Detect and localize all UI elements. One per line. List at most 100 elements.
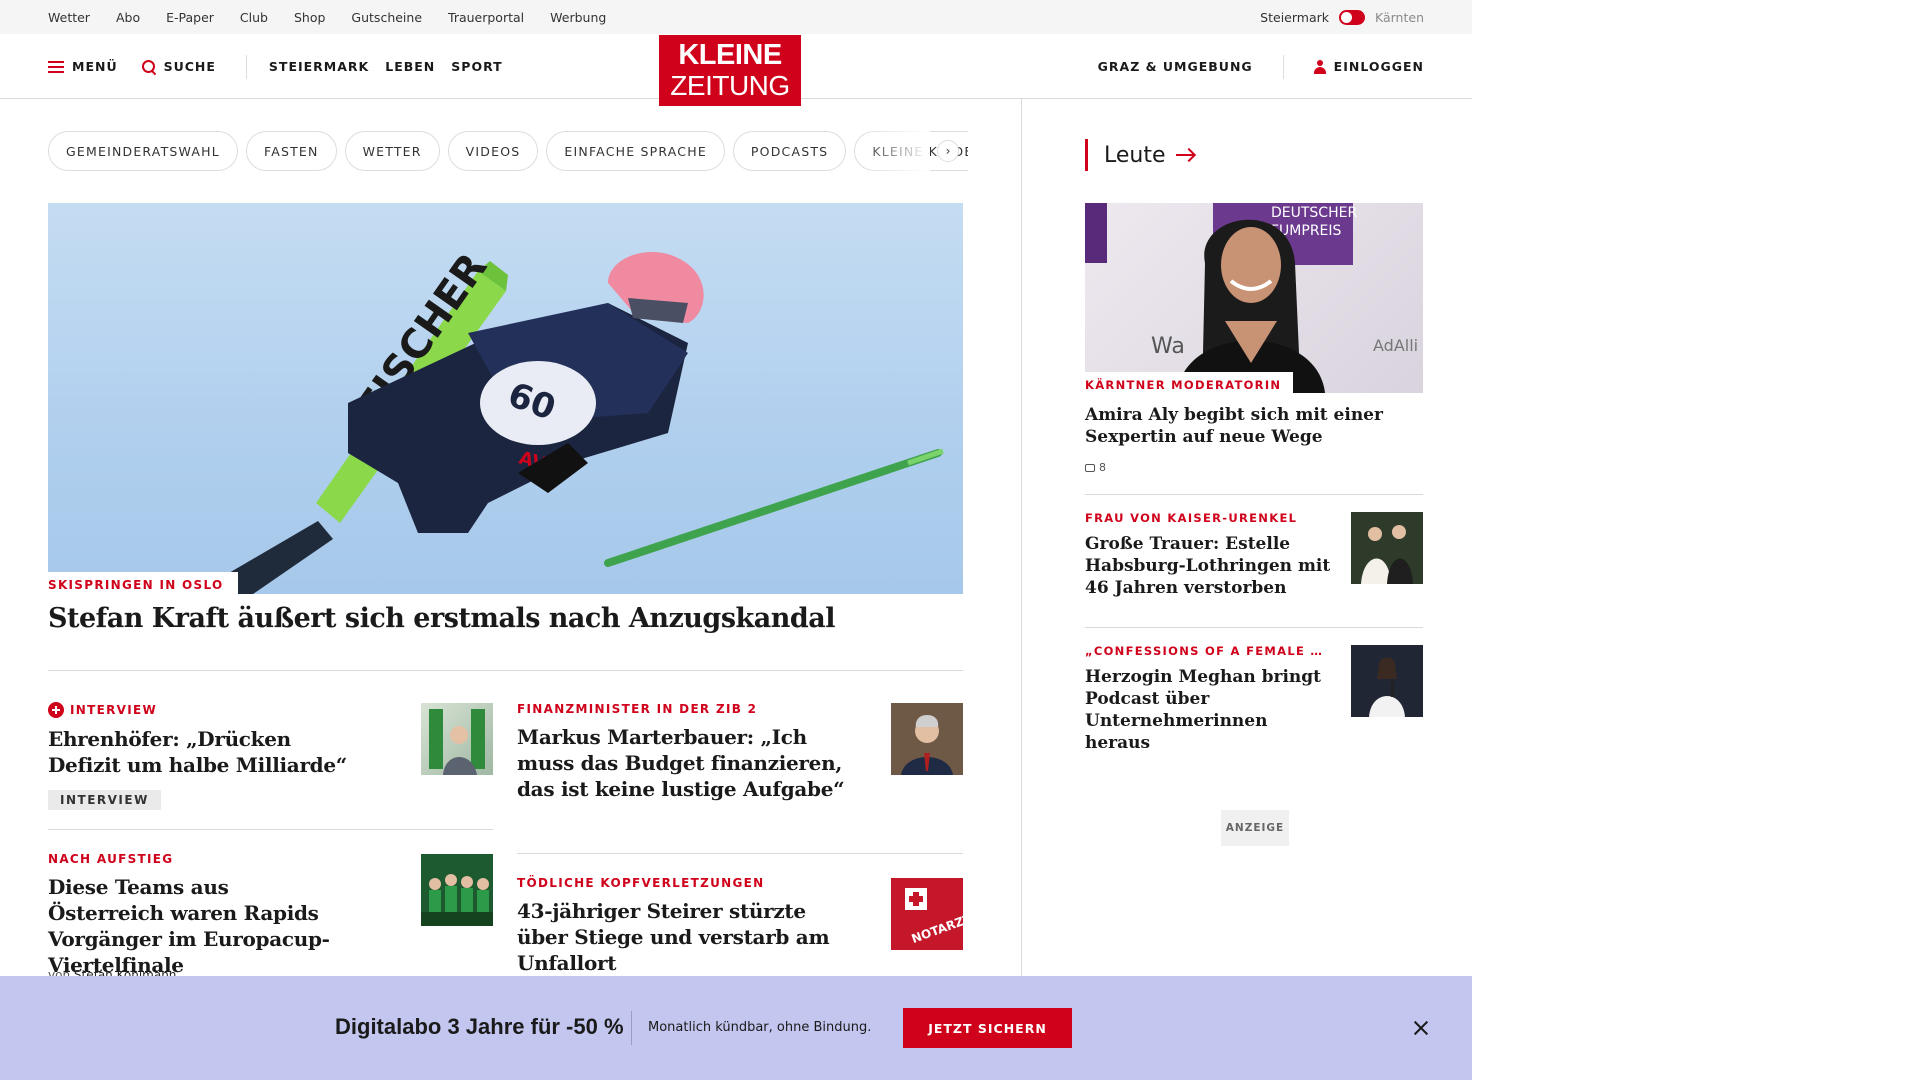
featured-kicker: KÄRNTNER MODERATORIN — [1085, 372, 1294, 394]
article-thumbnail[interactable] — [421, 854, 493, 926]
article-card[interactable]: INTERVIEW Ehrenhöfer: „Drücken Defizit u… — [48, 702, 348, 810]
sidebar-heading[interactable]: Leute — [1085, 139, 1194, 171]
article-kicker: FINANZMINISTER IN DER ZIB 2 — [517, 702, 758, 716]
utility-bar: Wetter Abo E-Paper Club Shop Gutscheine … — [0, 0, 1472, 34]
hero-kicker: SKISPRINGEN IN OSLO — [48, 572, 238, 594]
article-headline[interactable]: 43-jähriger Steirer stürzte über Stiege … — [517, 898, 857, 976]
utility-link-abo[interactable]: Abo — [116, 10, 140, 25]
sidebar-title: Leute — [1104, 142, 1166, 168]
featured-image[interactable]: DEUTSCHER FUMPREIS Wa AdAlli — [1085, 203, 1423, 393]
comment-count[interactable]: 8 — [1085, 461, 1106, 474]
section-nav: STEIERMARK LEBEN SPORT — [269, 59, 503, 74]
user-icon — [1313, 59, 1326, 74]
chip-videos[interactable]: VIDEOS — [447, 131, 539, 171]
article-headline[interactable]: Diese Teams aus Österreich waren Rapids … — [48, 874, 348, 978]
backdrop-text-4: AdAlli — [1373, 336, 1418, 355]
region-kaernten[interactable]: Kärnten — [1375, 10, 1424, 25]
ski-jumper-illustration: FISCHER 60 AVA — [193, 245, 944, 594]
chevron-right-icon: › — [945, 144, 951, 158]
site: Wetter Abo E-Paper Club Shop Gutscheine … — [0, 0, 1472, 1080]
article-kicker: TÖDLICHE KOPFVERLETZUNGEN — [517, 876, 765, 890]
login-label: EINLOGGEN — [1333, 59, 1424, 74]
comment-icon — [1085, 463, 1095, 472]
article-headline[interactable]: Herzogin Meghan bringt Podcast über Unte… — [1085, 666, 1335, 754]
search-label: SUCHE — [163, 59, 216, 74]
article-thumbnail[interactable]: NOTARZT — [891, 878, 963, 950]
utility-link-wetter[interactable]: Wetter — [48, 10, 90, 25]
article-card[interactable]: FINANZMINISTER IN DER ZIB 2 Markus Marte… — [517, 702, 847, 802]
kicker-text: INTERVIEW — [70, 703, 158, 717]
article-thumbnail[interactable] — [891, 703, 963, 775]
sidebar-thumbnail[interactable] — [1351, 512, 1423, 584]
chip-einfache-sprache[interactable]: EINFACHE SPRACHE — [546, 131, 725, 171]
article-card[interactable]: NACH AUFSTIEG Diese Teams aus Österreich… — [48, 852, 348, 978]
header-left: MENÜ SUCHE STEIERMARK LEBEN SPORT — [48, 34, 503, 99]
backdrop-text-3: Wa — [1151, 334, 1185, 359]
region-toggle[interactable] — [1339, 9, 1365, 25]
divider — [1085, 627, 1423, 628]
article-kicker: „CONFESSIONS OF A FEMALE … — [1085, 644, 1324, 658]
article-card[interactable]: TÖDLICHE KOPFVERLETZUNGEN 43-jähriger St… — [517, 876, 857, 976]
utility-link-epaper[interactable]: E-Paper — [166, 10, 214, 25]
menu-button[interactable]: MENÜ — [48, 59, 118, 74]
utility-link-werbung[interactable]: Werbung — [550, 10, 606, 25]
paramedic-photo: NOTARZT — [905, 888, 963, 946]
chip-gemeinderatswahl[interactable]: GEMEINDERATSWAHL — [48, 131, 238, 171]
interview-tag: INTERVIEW — [48, 790, 161, 810]
region-steiermark[interactable]: Steiermark — [1260, 10, 1329, 25]
divider — [48, 829, 493, 830]
topic-chips: GEMEINDERATSWAHL FASTEN WETTER VIDEOS EI… — [48, 131, 968, 171]
chip-podcasts[interactable]: PODCASTS — [732, 131, 847, 171]
article-headline[interactable]: Große Trauer: Estelle Habsburg-Lothringe… — [1085, 533, 1335, 599]
chips-next-button[interactable]: › — [937, 140, 959, 162]
login-button[interactable]: EINLOGGEN — [1313, 59, 1424, 74]
plus-icon — [48, 702, 64, 718]
utility-link-club[interactable]: Club — [240, 10, 268, 25]
article-headline[interactable]: Ehrenhöfer: „Drücken Defizit um halbe Mi… — [48, 726, 348, 778]
chips-fade — [860, 131, 930, 171]
wedding-photo — [1361, 525, 1413, 584]
utility-link-gutscheine[interactable]: Gutscheine — [351, 10, 422, 25]
hero-image[interactable]: FISCHER 60 AVA — [48, 203, 963, 594]
utility-nav: Wetter Abo E-Paper Club Shop Gutscheine … — [48, 0, 606, 34]
notarzt-text: NOTARZT — [910, 911, 963, 946]
header-divider-right — [1282, 54, 1284, 79]
header-right: GRAZ & UMGEBUNG EINLOGGEN — [1098, 34, 1424, 99]
sidebar-article[interactable]: „CONFESSIONS OF A FEMALE … Herzogin Megh… — [1085, 644, 1335, 754]
chip-fasten[interactable]: FASTEN — [245, 131, 337, 171]
site-logo[interactable]: KLEINE ZEITUNG — [659, 35, 801, 106]
header-divider — [245, 54, 247, 79]
article-thumbnail[interactable] — [421, 703, 493, 775]
article-kicker: FRAU VON KAISER-URENKEL — [1085, 511, 1298, 525]
promo-title: Digitalabo 3 Jahre für -50 % — [335, 1014, 624, 1039]
hamburger-icon — [48, 60, 64, 73]
chip-wetter[interactable]: WETTER — [344, 131, 440, 171]
hero-headline[interactable]: Stefan Kraft äußert sich erstmals nach A… — [48, 603, 835, 634]
column-divider — [1021, 99, 1022, 1080]
sidebar-thumbnail[interactable] — [1351, 645, 1423, 717]
promo-cta-button[interactable]: JETZT SICHERN — [903, 1008, 1072, 1048]
close-icon[interactable] — [1410, 1017, 1432, 1039]
speaker-photo — [1369, 657, 1405, 717]
divider — [517, 853, 963, 854]
region-link[interactable]: GRAZ & UMGEBUNG — [1098, 59, 1253, 74]
menu-label: MENÜ — [72, 59, 118, 74]
article-kicker: INTERVIEW — [48, 702, 348, 718]
divider — [48, 670, 963, 671]
utility-link-trauerportal[interactable]: Trauerportal — [448, 10, 524, 25]
promo-subtitle: Monatlich kündbar, ohne Bindung. — [648, 1020, 872, 1035]
ad-label: ANZEIGE — [1221, 810, 1289, 846]
divider — [1085, 494, 1423, 495]
portrait-image — [901, 715, 953, 775]
sidebar-article[interactable]: FRAU VON KAISER-URENKEL Große Trauer: Es… — [1085, 511, 1335, 599]
article-headline[interactable]: Markus Marterbauer: „Ich muss das Budget… — [517, 724, 847, 802]
nav-sport[interactable]: SPORT — [451, 59, 502, 74]
nav-leben[interactable]: LEBEN — [385, 59, 435, 74]
utility-link-shop[interactable]: Shop — [294, 10, 325, 25]
team-photo — [421, 874, 493, 926]
featured-headline[interactable]: Amira Aly begibt sich mit einer Sexperti… — [1085, 404, 1385, 448]
nav-steiermark[interactable]: STEIERMARK — [269, 59, 369, 74]
portrait-image — [429, 709, 485, 775]
search-button[interactable]: SUCHE — [141, 59, 216, 74]
logo-line2: ZEITUNG — [670, 70, 790, 101]
